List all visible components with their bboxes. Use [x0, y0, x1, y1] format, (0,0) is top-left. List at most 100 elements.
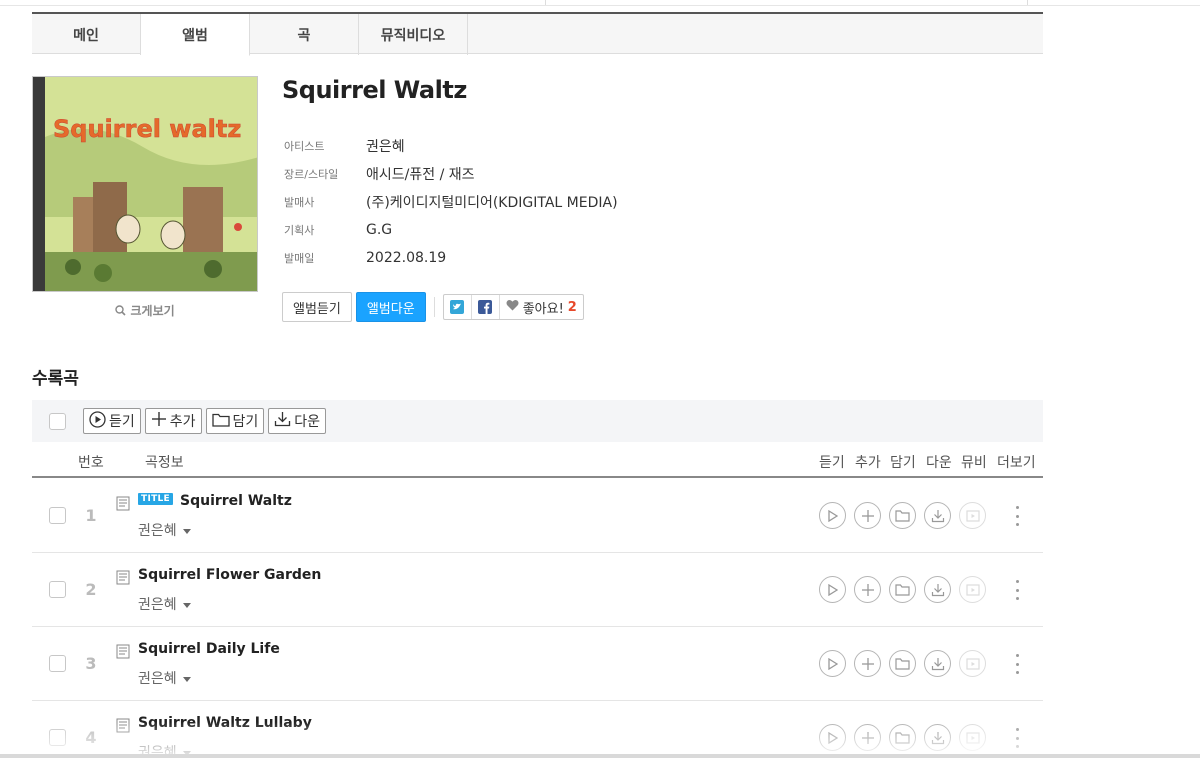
folder-icon[interactable] — [889, 650, 916, 677]
track-checkbox[interactable] — [49, 507, 66, 524]
tab-songs[interactable]: 곡 — [250, 14, 359, 55]
tab-music-video[interactable]: 뮤직비디오 — [359, 14, 468, 55]
add-selected-label: 추가 — [169, 414, 196, 430]
caret-down-icon — [182, 602, 191, 608]
more-options-icon[interactable] — [1013, 506, 1021, 526]
track-artist-name: 권은혜 — [138, 671, 177, 687]
folder-icon[interactable] — [889, 724, 916, 751]
download-icon[interactable] — [924, 724, 951, 751]
download-icon[interactable] — [924, 502, 951, 529]
track-row: 3 Squirrel Daily Life 권은혜 — [32, 627, 1043, 701]
play-icon[interactable] — [819, 724, 846, 751]
track-actions — [819, 502, 986, 529]
music-video-icon — [959, 502, 986, 529]
track-number: 1 — [85, 506, 97, 525]
track-title[interactable]: Squirrel Waltz Lullaby — [138, 715, 312, 731]
track-checkbox[interactable] — [49, 581, 66, 598]
meta-key-publisher: 발매사 — [284, 196, 315, 209]
album-download-button[interactable]: 앨범다운 — [355, 292, 426, 322]
divider — [433, 297, 435, 317]
plus-icon[interactable] — [854, 724, 881, 751]
track-title[interactable]: Squirrel Waltz — [180, 493, 292, 509]
lyrics-icon[interactable] — [116, 570, 131, 589]
tab-main[interactable]: 메인 — [32, 14, 141, 55]
like-label: 좋아요! — [522, 301, 564, 317]
music-video-icon — [959, 724, 986, 751]
download-icon — [274, 411, 291, 431]
save-selected-button[interactable]: 담기 — [205, 408, 265, 434]
tracklist-title: 수록곡 — [32, 369, 79, 389]
album-meta: 아티스트 권은혜 장르/스타일 애시드/퓨전 / 재즈 발매사 (주)케이디지털미디어… — [284, 132, 618, 272]
track-artist[interactable]: 권은혜 — [138, 594, 191, 614]
search-icon — [115, 304, 126, 319]
track-number: 3 — [85, 654, 97, 673]
twitter-icon[interactable] — [444, 295, 472, 319]
track-title[interactable]: Squirrel Flower Garden — [138, 567, 321, 583]
track-checkbox[interactable] — [49, 729, 66, 746]
track-list: 1 TITLE Squirrel Waltz 권은혜 2 Squirrel Fl… — [32, 479, 1043, 758]
col-number: 번호 — [78, 455, 104, 471]
like-button[interactable]: 좋아요! 2 — [500, 295, 583, 319]
meta-artist[interactable]: 권은혜 — [366, 136, 405, 156]
tab-album[interactable]: 앨범 — [141, 14, 250, 56]
play-icon[interactable] — [819, 650, 846, 677]
bottom-edge — [0, 754, 1200, 758]
track-artist[interactable]: 권은혜 — [138, 668, 191, 688]
meta-release-date: 2022.08.19 — [366, 250, 447, 266]
social-share: 좋아요! 2 — [442, 294, 584, 320]
track-artist[interactable]: 권은혜 — [138, 520, 191, 540]
plus-icon[interactable] — [854, 650, 881, 677]
track-number: 4 — [85, 728, 97, 747]
title-badge: TITLE — [138, 493, 174, 505]
zoom-button[interactable]: 크게보기 — [32, 302, 258, 319]
download-selected-label: 다운 — [294, 414, 321, 430]
more-options-icon[interactable] — [1013, 654, 1021, 674]
more-options-icon[interactable] — [1013, 728, 1021, 748]
track-number: 2 — [85, 580, 97, 599]
track-title[interactable]: Squirrel Daily Life — [138, 641, 280, 657]
meta-agency: G.G — [366, 222, 393, 238]
download-icon[interactable] — [924, 576, 951, 603]
track-row: 4 Squirrel Waltz Lullaby 권은혜 — [32, 701, 1043, 758]
lyrics-icon[interactable] — [116, 718, 131, 737]
facebook-icon[interactable] — [472, 295, 500, 319]
track-artist-name: 권은혜 — [138, 523, 177, 539]
more-options-icon[interactable] — [1013, 580, 1021, 600]
folder-icon — [211, 412, 230, 431]
album-cover[interactable]: Squirrel waltz — [32, 76, 258, 292]
folder-icon[interactable] — [889, 576, 916, 603]
lyrics-icon[interactable] — [116, 496, 131, 515]
caret-down-icon — [182, 528, 191, 534]
plus-icon — [151, 411, 167, 431]
track-checkbox[interactable] — [49, 655, 66, 672]
play-circle-icon — [89, 410, 106, 432]
zoom-label: 크게보기 — [130, 304, 175, 318]
meta-key-genre: 장르/스타일 — [284, 168, 339, 181]
music-video-icon — [959, 576, 986, 603]
heart-icon — [506, 299, 519, 315]
play-icon[interactable] — [819, 576, 846, 603]
download-selected-button[interactable]: 다운 — [268, 408, 327, 434]
play-icon[interactable] — [819, 502, 846, 529]
tracklist-header: 번호 곡정보 듣기 추가 담기 다운 뮤비 더보기 — [32, 446, 1043, 478]
plus-icon[interactable] — [854, 502, 881, 529]
top-divider — [1027, 0, 1028, 5]
folder-icon[interactable] — [889, 502, 916, 529]
album-listen-button[interactable]: 앨범듣기 — [282, 292, 352, 322]
tab-bar: 메인 앨범 곡 뮤직비디오 — [32, 12, 1043, 56]
col-download: 다운 — [926, 455, 952, 471]
meta-key-release-date: 발매일 — [284, 252, 315, 265]
save-selected-label: 담기 — [232, 414, 259, 430]
plus-icon[interactable] — [854, 576, 881, 603]
tracklist-toolbar: 듣기 추가 담기 다운 — [32, 400, 1043, 442]
meta-key-agency: 기획사 — [284, 224, 315, 237]
play-selected-button[interactable]: 듣기 — [83, 408, 141, 434]
music-video-icon — [959, 650, 986, 677]
lyrics-icon[interactable] — [116, 644, 131, 663]
col-save: 담기 — [890, 455, 916, 471]
track-row: 2 Squirrel Flower Garden 권은혜 — [32, 553, 1043, 627]
cover-text: Squirrel waltz — [53, 115, 241, 143]
add-selected-button[interactable]: 추가 — [144, 408, 202, 434]
download-icon[interactable] — [924, 650, 951, 677]
select-all-checkbox[interactable] — [49, 412, 66, 430]
